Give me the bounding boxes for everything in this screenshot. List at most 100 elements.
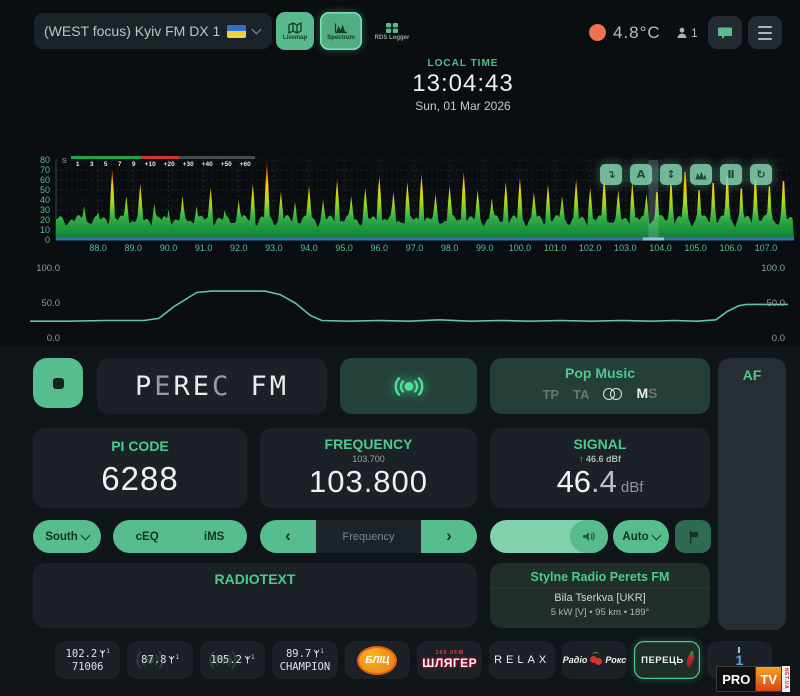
speaker-icon — [582, 531, 596, 542]
server-select-dropdown[interactable]: (WEST focus) Kyiv FM DX 1 — [34, 13, 272, 49]
broadcast-status-panel — [340, 358, 477, 414]
s-meter-zone: 13579 — [71, 156, 141, 168]
svg-text:40: 40 — [40, 195, 50, 205]
livemap-label: Livemap — [283, 35, 307, 41]
graph-mode-button[interactable] — [690, 164, 712, 185]
watermark-pro: PRO — [716, 666, 756, 692]
eq-ims-toggle[interactable]: cEQ iMS — [113, 520, 247, 553]
hamburger-menu-button[interactable] — [748, 16, 782, 49]
svg-text:70: 70 — [40, 165, 50, 175]
watermark-tv: TV — [756, 666, 782, 692]
svg-text:60: 60 — [40, 175, 50, 185]
play-stop-button[interactable] — [33, 358, 83, 408]
preset-champion[interactable]: 89.71CHAMPION — [272, 641, 337, 679]
program-type-panel: Pop Music TP TA MS — [490, 358, 710, 414]
stop-icon — [53, 378, 64, 389]
preset-105.2[interactable]: 105.21 — [200, 641, 265, 679]
spectrum-label: Spectrum — [327, 35, 355, 41]
antenna-icon — [313, 649, 320, 658]
spectrum-toolbar: ↴ A ↕ Ⅱ ↻ — [600, 164, 772, 185]
svg-text:89.0: 89.0 — [125, 243, 143, 253]
frequency-label: FREQUENCY — [260, 436, 477, 452]
rds-logger-label: RDS Logger — [375, 35, 410, 41]
preset-relax[interactable]: RELAX — [489, 641, 554, 679]
svg-text:96.0: 96.0 — [371, 243, 389, 253]
s-meter-scale: S13579+10+20+30+40+50+60 — [62, 156, 255, 168]
bandwidth-dropdown[interactable]: South — [33, 520, 101, 553]
svg-text:105.0: 105.0 — [684, 243, 707, 253]
preset-шлягер[interactable]: 100.9FMШЛЯГЕР — [417, 641, 482, 679]
pause-button[interactable]: Ⅱ — [720, 164, 742, 185]
spectrum-graph[interactable]: 0102030405060708088.089.090.091.092.093.… — [0, 152, 800, 254]
preset-перець[interactable]: ПЕРЕЦЬ — [634, 641, 699, 679]
svg-text:100.0: 100.0 — [509, 243, 532, 253]
svg-text:88.0: 88.0 — [89, 243, 107, 253]
broadcast-signal-icon — [393, 375, 425, 398]
ms-flag: MS — [636, 385, 657, 403]
preset-бліц[interactable]: БЛІЦ — [345, 641, 410, 679]
signal-peak: ↑ 46.6 dBf — [490, 454, 710, 464]
volume-slider[interactable] — [490, 520, 608, 553]
mute-button[interactable] — [570, 520, 608, 553]
faint-broadcast-icon — [208, 649, 238, 671]
frequency-input[interactable]: Frequency — [316, 520, 421, 553]
af-label: AF — [718, 367, 786, 383]
s-meter-zone: +10+20 — [141, 156, 179, 168]
antenna-icon — [99, 649, 106, 658]
frequency-stepper: ‹ Frequency › — [260, 520, 477, 553]
svg-text:80: 80 — [40, 155, 50, 165]
chevron-down-icon — [80, 530, 90, 540]
frequency-down-button[interactable]: ‹ — [260, 520, 316, 553]
svg-text:103.0: 103.0 — [614, 243, 637, 253]
svg-text:99.0: 99.0 — [476, 243, 494, 253]
local-time-label: LOCAL TIME — [363, 58, 563, 69]
auto-mode-dropdown[interactable]: Auto — [613, 520, 669, 553]
mini-chart-icon — [695, 170, 707, 180]
svg-text:92.0: 92.0 — [230, 243, 248, 253]
frequency-up-button[interactable]: › — [421, 520, 477, 553]
svg-text:0.0: 0.0 — [772, 333, 785, 344]
jump-to-frequency-button[interactable]: ↴ — [600, 164, 622, 185]
antenna-icon — [244, 655, 251, 664]
listener-count: 1 — [691, 26, 698, 40]
svg-text:50.0: 50.0 — [42, 298, 61, 309]
s-meter-zone: +30+40+50+60 — [179, 156, 255, 168]
spectrum-button[interactable]: Spectrum — [320, 12, 362, 50]
rds-logger-button[interactable]: RDS Logger — [368, 12, 416, 50]
svg-text:104.0: 104.0 — [649, 243, 672, 253]
svg-text:106.0: 106.0 — [719, 243, 742, 253]
pi-code-panel: PI CODE 6288 — [33, 428, 247, 508]
preset-bar: 102.217100687.81105.2189.71CHAMPIONБЛІЦ1… — [55, 641, 772, 679]
weather-dot-icon — [589, 24, 606, 41]
preset-87.8[interactable]: 87.81 — [127, 641, 192, 679]
svg-text:50: 50 — [40, 185, 50, 195]
cherries-icon — [590, 656, 602, 665]
vertical-zoom-button[interactable]: ↕ — [660, 164, 682, 185]
map-icon — [288, 22, 302, 34]
af-list-panel: AF — [718, 358, 786, 630]
radiotext-panel: RADIOTEXT — [33, 563, 477, 628]
svg-text:93.0: 93.0 — [265, 243, 283, 253]
chat-bubble-icon — [717, 26, 733, 40]
chart-icon — [334, 22, 348, 34]
svg-text:101.0: 101.0 — [544, 243, 567, 253]
chevron-down-icon — [651, 530, 661, 540]
chat-button[interactable] — [708, 16, 742, 49]
refresh-button[interactable]: ↻ — [750, 164, 772, 185]
preset-радіо[interactable]: РадіоРокс — [562, 641, 627, 679]
report-flag-button[interactable] — [675, 520, 711, 553]
ims-toggle[interactable]: iMS — [204, 531, 224, 543]
preset-71006[interactable]: 102.2171006 — [55, 641, 120, 679]
watermark-net: NET.UA — [782, 666, 790, 692]
auto-scale-button[interactable]: A — [630, 164, 652, 185]
ceq-toggle[interactable]: cEQ — [136, 531, 159, 543]
flag-icon — [687, 530, 700, 544]
signal-label: SIGNAL — [490, 436, 710, 452]
livemap-button[interactable]: Livemap — [276, 12, 314, 50]
svg-text:95.0: 95.0 — [335, 243, 353, 253]
menu-icon — [758, 26, 772, 28]
local-time-value: 13:04:43 — [363, 70, 563, 98]
svg-text:102.0: 102.0 — [579, 243, 602, 253]
frequency-value: 103.800 — [260, 464, 477, 500]
rds-ps-text: PEREC FM — [135, 371, 289, 402]
